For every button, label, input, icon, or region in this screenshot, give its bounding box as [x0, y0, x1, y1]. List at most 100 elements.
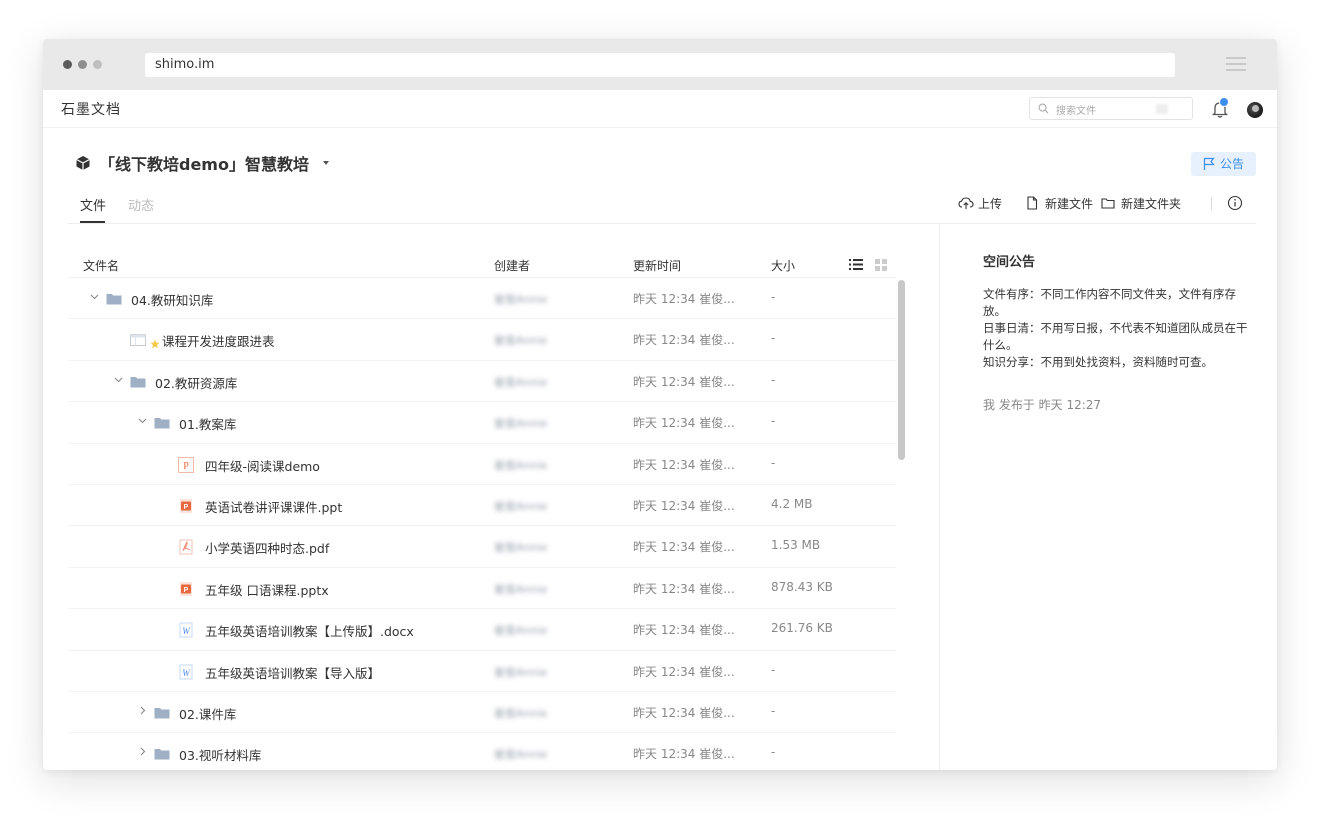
updated-time: 昨天 12:34 崔俊...	[633, 499, 735, 513]
creator-name: 崔俊Annie	[494, 541, 548, 555]
updated-time: 昨天 12:34 崔俊...	[633, 540, 735, 555]
search-input[interactable]: 搜索文件	[1029, 97, 1193, 120]
folder-icon	[130, 374, 146, 388]
column-header-updated[interactable]: 更新时间	[633, 257, 681, 274]
file-name[interactable]: 03.视听材料库	[179, 745, 261, 764]
avatar[interactable]	[1247, 102, 1263, 118]
table-row[interactable]: 课程开发进度跟进表 崔俊Annie 昨天 12:34 崔俊... -	[68, 318, 896, 359]
column-header-name[interactable]: 文件名	[83, 257, 119, 274]
creator-name: 崔俊Annie	[494, 748, 548, 762]
folder-icon	[154, 705, 170, 719]
updated-time: 昨天 12:34 崔俊...	[633, 747, 735, 762]
star-icon	[150, 334, 160, 349]
column-header-size[interactable]: 大小	[771, 257, 795, 274]
tab-files[interactable]: 文件	[80, 195, 106, 214]
file-name[interactable]: 04.教研知识库	[131, 290, 213, 309]
tab-activity[interactable]: 动态	[128, 195, 154, 214]
file-size: -	[771, 414, 776, 429]
file-name[interactable]: 五年级 口语课程.pptx	[205, 580, 329, 599]
table-row[interactable]: 04.教研知识库 崔俊Annie 昨天 12:34 崔俊... -	[68, 277, 896, 318]
table-row[interactable]: P 英语试卷讲评课课件.ppt 崔俊Annie 昨天 12:34 崔俊... 4.2 M…	[68, 484, 896, 525]
updated-time: 昨天 12:34 崔俊...	[633, 416, 735, 431]
table-row[interactable]: P 五年级 口语课程.pptx 崔俊Annie 昨天 12:34 崔俊... 878.4…	[68, 566, 896, 608]
file-name[interactable]: 五年级英语培训教案【导入版】	[205, 663, 380, 682]
grid-view-icon[interactable]	[875, 259, 887, 271]
updated-time: 昨天 12:34 崔俊...	[633, 457, 735, 472]
file-size: -	[771, 372, 776, 387]
chevron-down-icon[interactable]	[114, 375, 123, 384]
pdf-file-icon	[178, 539, 194, 555]
brand-logo[interactable]: 石墨文档	[61, 99, 121, 119]
page-title[interactable]: 「线下教培demo」智慧教培	[99, 151, 309, 175]
announcement-line: 文件有序：不同工作内容不同文件夹，文件有序存放。	[983, 287, 1236, 318]
sidebar-divider	[939, 224, 940, 770]
file-name[interactable]: 五年级英语培训教案【上传版】.docx	[205, 621, 414, 640]
toolbar-divider	[1211, 197, 1212, 210]
updated-time: 昨天 12:34 崔俊...	[633, 333, 735, 348]
cube-icon	[76, 156, 90, 170]
updated-time: 昨天 12:34 崔俊...	[633, 292, 735, 306]
creator-name: 崔俊Annie	[494, 665, 548, 679]
menu-icon[interactable]	[1226, 57, 1246, 73]
file-size: -	[771, 331, 776, 346]
announcement-line: 知识分享：不用到处找资料，资料随时可查。	[983, 355, 1213, 369]
file-size: 4.2 MB	[771, 497, 813, 511]
info-icon[interactable]	[1227, 195, 1243, 211]
folder-icon	[154, 746, 170, 760]
folder-icon	[106, 291, 122, 305]
creator-name: 崔俊Annie	[494, 458, 548, 472]
chevron-right-icon[interactable]	[138, 747, 147, 756]
chevron-down-icon[interactable]	[323, 161, 329, 165]
chevron-down-icon[interactable]	[138, 416, 147, 425]
window-zoom-dot[interactable]	[93, 60, 102, 69]
file-name[interactable]: 四年级-阅读课demo	[205, 456, 320, 475]
announcement-label: 公告	[1220, 157, 1245, 171]
file-name[interactable]: 课程开发进度跟进表	[162, 331, 275, 350]
table-row[interactable]: 小学英语四种时态.pdf 崔俊Annie 昨天 12:34 崔俊... 1.53 MB	[68, 525, 896, 566]
notification-badge	[1219, 97, 1229, 107]
scrollbar-thumb[interactable]	[898, 280, 905, 460]
new-file-label: 新建文件	[1045, 197, 1094, 211]
chevron-down-icon[interactable]	[90, 292, 99, 301]
ppt-file-icon: P	[178, 498, 194, 513]
file-name[interactable]: 02.课件库	[179, 704, 236, 723]
spreadsheet-icon	[130, 332, 146, 347]
table-row[interactable]: 03.视听材料库 崔俊Annie 昨天 12:34 崔俊... -	[68, 732, 896, 770]
slides-icon: P	[178, 456, 194, 473]
file-size: 261.76 KB	[771, 621, 833, 636]
list-view-icon[interactable]	[849, 259, 863, 270]
tabs-divider	[68, 223, 1256, 224]
table-row[interactable]: 02.教研资源库 崔俊Annie 昨天 12:34 崔俊... -	[68, 359, 896, 401]
announcement-body: 文件有序：不同工作内容不同文件夹，文件有序存放。 日事日清：不用写日报，不代表不…	[983, 286, 1258, 371]
chevron-right-icon[interactable]	[138, 706, 147, 715]
column-header-creator[interactable]: 创建者	[494, 257, 530, 274]
table-row[interactable]: W 五年级英语培训教案【导入版】 崔俊Annie 昨天 12:34 崔俊... -	[68, 649, 896, 691]
table-row[interactable]: 01.教案库 崔俊Annie 昨天 12:34 崔俊... -	[68, 401, 896, 442]
file-size: -	[771, 704, 776, 718]
file-name[interactable]: 英语试卷讲评课课件.ppt	[205, 497, 342, 516]
file-name[interactable]: 小学英语四种时态.pdf	[205, 538, 329, 557]
address-bar[interactable]: shimo.im	[145, 53, 1175, 77]
creator-name: 崔俊Annie	[494, 375, 548, 389]
creator-name: 崔俊Annie	[494, 624, 548, 638]
ppt-file-icon: P	[178, 581, 194, 596]
updated-time: 昨天 12:34 崔俊...	[633, 581, 735, 596]
window-close-dot[interactable]	[63, 60, 72, 69]
creator-name: 崔俊Annie	[494, 582, 548, 596]
table-row[interactable]: P 四年级-阅读课demo 崔俊Annie 昨天 12:34 崔俊... -	[68, 442, 896, 484]
file-name[interactable]: 02.教研资源库	[155, 373, 237, 392]
flag-icon	[1203, 157, 1215, 170]
table-row[interactable]: 02.课件库 崔俊Annie 昨天 12:34 崔俊... -	[68, 691, 896, 732]
word-file-icon: W	[178, 664, 194, 680]
svg-text:P: P	[184, 587, 189, 594]
folder-outline-icon	[1101, 198, 1115, 209]
updated-time: 昨天 12:34 崔俊...	[633, 706, 735, 720]
window-minimize-dot[interactable]	[78, 60, 87, 69]
search-icon	[1038, 103, 1049, 114]
announcement-button[interactable]: 公告	[1191, 152, 1256, 176]
file-name[interactable]: 01.教案库	[179, 414, 236, 433]
search-placeholder: 搜索文件	[1056, 106, 1096, 117]
table-row[interactable]: W 五年级英语培训教案【上传版】.docx 崔俊Annie 昨天 12:34 崔俊..…	[68, 608, 896, 649]
announcement-line: 日事日清：不用写日报，不代表不知道团队成员在干什么。	[983, 321, 1248, 352]
file-size: 1.53 MB	[771, 538, 821, 553]
